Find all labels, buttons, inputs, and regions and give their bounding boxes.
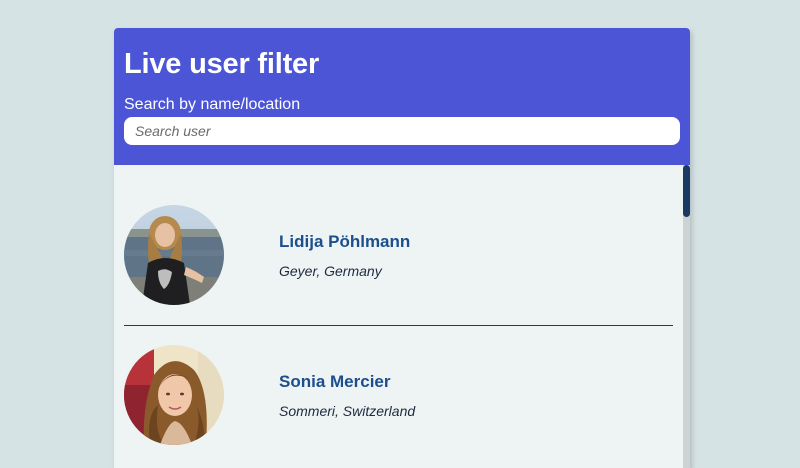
- header: Live user filter Search by name/location: [114, 28, 690, 165]
- list-item[interactable]: Sonia Mercier Sommeri, Switzerland: [124, 345, 673, 465]
- avatar: [124, 205, 224, 305]
- profile-photo-icon: [124, 205, 224, 305]
- avatar: [124, 345, 224, 445]
- scrollbar-thumb[interactable]: [683, 165, 690, 217]
- user-filter-card: Live user filter Search by name/location: [114, 28, 690, 468]
- user-location: Sommeri, Switzerland: [279, 403, 416, 419]
- user-name: Sonia Mercier: [279, 372, 391, 391]
- user-name: Lidija Pöhlmann: [279, 232, 411, 251]
- page-title: Live user filter: [124, 48, 320, 80]
- user-list: Lidija Pöhlmann Geyer, Germany Sonia Mer…: [114, 165, 683, 468]
- user-location: Geyer, Germany: [279, 263, 382, 279]
- search-input[interactable]: [124, 117, 680, 145]
- search-label: Search by name/location: [124, 96, 301, 113]
- profile-photo-icon: [124, 345, 224, 445]
- list-item[interactable]: Lidija Pöhlmann Geyer, Germany: [124, 205, 673, 326]
- scrollbar[interactable]: [683, 165, 690, 468]
